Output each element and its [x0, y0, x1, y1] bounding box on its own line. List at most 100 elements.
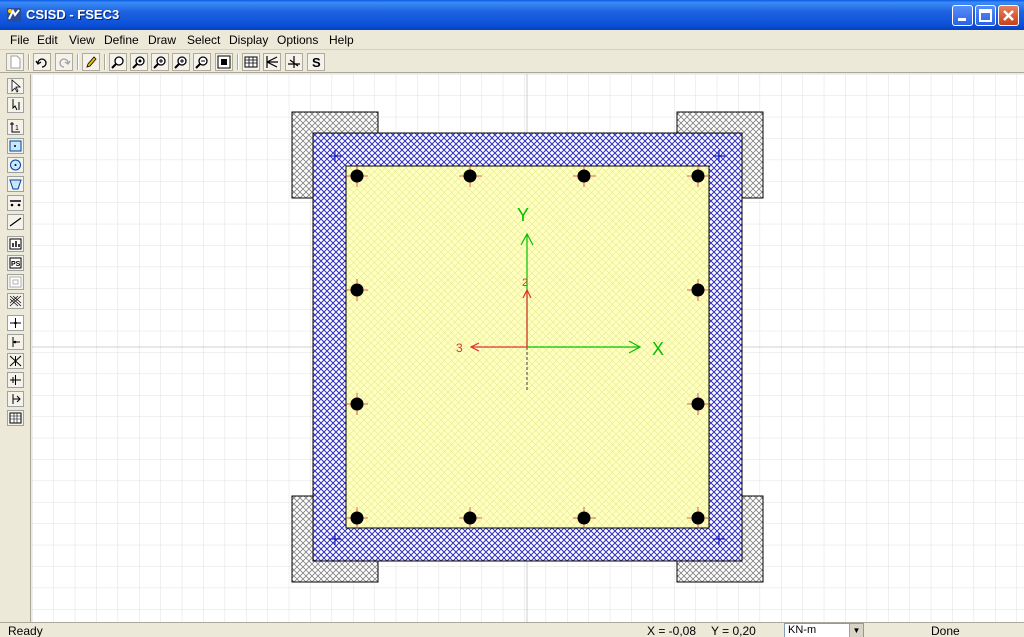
- main-toolbar: S: [0, 51, 1024, 73]
- local-2-axis-label: 2: [522, 277, 528, 289]
- hatch-icon: [9, 295, 22, 307]
- rebar-array-icon: [9, 238, 22, 250]
- drawing-toolbox: 1 PS: [0, 74, 31, 622]
- status-done: Done: [931, 624, 960, 637]
- title-bar[interactable]: CSISD - FSEC3: [0, 0, 1024, 30]
- window-title: CSISD - FSEC3: [26, 7, 120, 22]
- menu-select[interactable]: Select: [187, 33, 220, 47]
- svg-text:1: 1: [15, 125, 19, 132]
- menu-file[interactable]: File: [10, 33, 29, 47]
- redo-button[interactable]: [55, 53, 73, 71]
- draw-line-button[interactable]: [7, 214, 24, 230]
- redo-icon: [59, 58, 71, 68]
- draw-circle-button[interactable]: [7, 157, 24, 173]
- draw-dimension-button[interactable]: 1: [7, 119, 24, 135]
- dimension-icon: 1: [10, 122, 20, 133]
- snap-points-icon: [10, 318, 21, 328]
- toolbar-separator: [28, 54, 30, 70]
- caisson-icon: [9, 276, 22, 288]
- svg-text:S: S: [312, 55, 321, 70]
- rebar-line-icon: [10, 200, 21, 207]
- minimize-button[interactable]: [952, 5, 973, 26]
- moment-curvature-button[interactable]: [285, 53, 303, 71]
- new-file-icon: [10, 55, 21, 69]
- circle-icon: [10, 159, 21, 171]
- close-button[interactable]: [998, 5, 1019, 26]
- global-x-axis-label: X: [652, 339, 664, 359]
- zoom-out-button[interactable]: [193, 53, 211, 71]
- section-table-button[interactable]: [242, 53, 260, 71]
- zoom-window-button[interactable]: [109, 53, 127, 71]
- snap-lines-button[interactable]: [7, 391, 24, 407]
- draw-rebar-array-button[interactable]: [7, 236, 24, 252]
- pointer-icon: [11, 79, 22, 93]
- cursor-x-readout: X = -0,08: [647, 624, 697, 637]
- new-file-button[interactable]: [6, 53, 24, 71]
- maximize-button[interactable]: [975, 5, 996, 26]
- zoom-in-step-button[interactable]: [172, 53, 190, 71]
- menu-display[interactable]: Display: [229, 33, 268, 47]
- snap-points-button[interactable]: [7, 315, 24, 331]
- section-drawing: Y X 2 3: [32, 74, 1024, 622]
- snap-grid-icon: [9, 412, 22, 424]
- draw-hatch-button[interactable]: [7, 293, 24, 309]
- zoom-window-icon: [111, 56, 124, 69]
- refresh-view-button[interactable]: [215, 53, 233, 71]
- snap-perpendicular-button[interactable]: [7, 372, 24, 388]
- app-window: CSISD - FSEC3 File Edit View Define Draw…: [0, 0, 1024, 637]
- zoom-in-button[interactable]: [151, 53, 169, 71]
- svg-text:PS: PS: [11, 261, 21, 268]
- menu-bar: File Edit View Define Draw Select Displa…: [0, 30, 1024, 50]
- interaction-diagram-icon: [266, 56, 278, 68]
- zoom-restore-button[interactable]: [130, 53, 148, 71]
- undo-icon: [35, 58, 47, 68]
- draw-steel-shape-button[interactable]: PS: [7, 255, 24, 271]
- zoom-restore-icon: [132, 56, 145, 69]
- snap-ends-icon: [12, 337, 20, 347]
- menu-view[interactable]: View: [69, 33, 95, 47]
- undo-button[interactable]: [33, 53, 51, 71]
- status-bar: Ready X = -0,08 Y = 0,20 KN-m ▼ Done: [0, 622, 1024, 637]
- draw-polygon-button[interactable]: [7, 176, 24, 192]
- reshape-pointer-icon: [12, 99, 20, 111]
- local-3-axis-label: 3: [456, 341, 463, 355]
- draw-caisson-button[interactable]: [7, 274, 24, 290]
- menu-options[interactable]: Options: [277, 33, 318, 47]
- snap-grid-button[interactable]: [7, 410, 24, 426]
- menu-help[interactable]: Help: [329, 33, 354, 47]
- chevron-down-icon[interactable]: ▼: [849, 624, 863, 637]
- zoom-out-icon: [195, 56, 208, 69]
- snap-intersections-icon: [9, 355, 22, 367]
- menu-edit[interactable]: Edit: [37, 33, 58, 47]
- draw-rectangle-button[interactable]: [7, 138, 24, 154]
- reshape-tool-button[interactable]: [7, 97, 24, 113]
- units-dropdown[interactable]: KN-m ▼: [784, 623, 864, 637]
- rectangle-icon: [9, 140, 22, 152]
- pencil-icon: [86, 56, 97, 68]
- snap-intersections-button[interactable]: [7, 353, 24, 369]
- toolbar-separator: [237, 54, 239, 70]
- steel-shape-icon: PS: [9, 257, 22, 269]
- moment-curvature-icon: [288, 56, 300, 68]
- line-icon: [9, 217, 22, 227]
- toolbar-separator: [77, 54, 79, 70]
- zoom-in-step-icon: [174, 56, 187, 69]
- status-message: Ready: [8, 624, 43, 637]
- draw-rebar-line-button[interactable]: [7, 195, 24, 211]
- menu-draw[interactable]: Draw: [148, 33, 176, 47]
- close-icon: [1003, 10, 1014, 21]
- interaction-diagram-button[interactable]: [263, 53, 281, 71]
- snap-perpendicular-icon: [10, 375, 21, 385]
- polygon-icon: [9, 179, 22, 190]
- menu-define[interactable]: Define: [104, 33, 139, 47]
- pointer-tool-button[interactable]: [7, 78, 24, 94]
- table-icon: [244, 56, 258, 68]
- units-selected-value: KN-m: [788, 624, 817, 636]
- stress-s-icon: S: [312, 55, 321, 70]
- toolbar-separator: [104, 54, 106, 70]
- pencil-button[interactable]: [82, 53, 100, 71]
- drawing-canvas[interactable]: Y X 2 3: [32, 74, 1024, 622]
- snap-ends-button[interactable]: [7, 334, 24, 350]
- refresh-view-icon: [217, 55, 231, 69]
- stress-button[interactable]: S: [307, 53, 325, 71]
